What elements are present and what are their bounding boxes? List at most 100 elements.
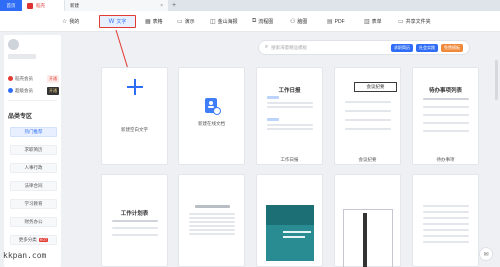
toolbar-label: PDF xyxy=(334,18,345,25)
template-label-meeting: 会议纪要 xyxy=(358,157,377,162)
template-line xyxy=(267,118,279,121)
category-more[interactable]: 更多分类 HOT xyxy=(10,235,57,245)
star-icon: ☆ xyxy=(62,19,68,25)
member-row-docer: 稻壳会员 开通 xyxy=(8,74,59,83)
template-title: 工作日报 xyxy=(278,88,301,94)
template-line xyxy=(423,229,469,231)
template-card-document[interactable] xyxy=(178,174,245,267)
template-card-table[interactable] xyxy=(412,174,479,267)
template-line xyxy=(189,225,235,227)
new-online-doc-card[interactable] xyxy=(178,67,245,165)
scrollbar[interactable] xyxy=(495,60,498,100)
template-line xyxy=(267,124,313,126)
toolbar-item-poster[interactable]: ◫ 金山海报 xyxy=(210,15,238,28)
category-finance[interactable]: 财务办公 xyxy=(10,217,57,227)
category-hr[interactable]: 人事行政 xyxy=(10,163,57,173)
toolbar-label: 我的 xyxy=(69,19,80,25)
toolbar-item-writer[interactable]: W 文字 xyxy=(99,15,136,28)
category-legal[interactable]: 法律合同 xyxy=(10,181,57,191)
toolbar-label: 文字 xyxy=(116,19,127,25)
template-card-frame[interactable] xyxy=(334,174,401,267)
template-title: 待办事项列表 xyxy=(428,88,462,94)
divider xyxy=(8,100,57,101)
template-card-plan[interactable]: 工作计划表 xyxy=(101,174,168,267)
member-label: 稻壳会员 xyxy=(15,75,33,81)
toolbar-item-flowchart[interactable]: ⧉ 流程图 xyxy=(252,15,273,28)
template-line xyxy=(112,227,158,229)
template-card-work-log[interactable]: 工作日报 xyxy=(256,67,323,165)
search-chip-free[interactable]: 免费模板 xyxy=(441,43,463,52)
toolbar-item-pdf[interactable]: ▤ PDF xyxy=(327,15,345,28)
toolbar-item-presentation[interactable]: ▭ 演示 xyxy=(177,15,195,28)
template-line xyxy=(345,101,391,103)
doc-type-toolbar: ☆ 我的 W 文字 ▦ 表格 ▭ 演示 ◫ 金山海报 ⧉ 流程图 ⚇ 脑图 ▤ … xyxy=(0,11,500,32)
member-label: 超级会员 xyxy=(15,87,33,93)
hot-badge: HOT xyxy=(38,238,49,242)
template-card-cover[interactable] xyxy=(256,174,323,267)
category-resume[interactable]: 求职简历 xyxy=(10,145,57,155)
member-row-super: 超级会员 开通 xyxy=(8,86,59,95)
template-line xyxy=(423,211,469,213)
feedback-button[interactable]: ✉ xyxy=(479,247,493,261)
mindmap-icon: ⚇ xyxy=(290,19,296,25)
close-icon[interactable]: × xyxy=(160,3,163,9)
tab-home[interactable]: 首页 xyxy=(0,0,22,11)
template-line xyxy=(189,213,235,215)
frame-border xyxy=(343,209,393,267)
template-line xyxy=(423,130,469,132)
open-docer-button[interactable]: 开通 xyxy=(47,74,59,83)
toolbar-item-spreadsheet[interactable]: ▦ 表格 xyxy=(145,15,163,28)
search-icon: ⌕ xyxy=(265,44,269,50)
template-line xyxy=(423,217,469,219)
w-doc-icon: W xyxy=(108,18,115,25)
tab-new[interactable]: 新建 × xyxy=(65,0,168,11)
template-line xyxy=(189,233,235,235)
template-line xyxy=(423,122,469,124)
flowchart-icon: ⧉ xyxy=(252,18,257,24)
new-blank-doc-label: 新建空白文字 xyxy=(121,127,148,132)
docer-vip-icon xyxy=(8,76,13,81)
category-education[interactable]: 学习教育 xyxy=(10,199,57,209)
category-more-label: 更多分类 xyxy=(18,237,37,242)
poster-icon: ◫ xyxy=(210,19,216,25)
search-chip-resume[interactable]: 求职简历 xyxy=(391,43,413,52)
toolbar-item-shared-folder[interactable]: ▭ 共享文件夹 xyxy=(398,15,431,28)
add-tab-button[interactable]: + xyxy=(168,0,180,11)
template-line xyxy=(189,221,235,223)
template-search-bar[interactable]: ⌕ 搜索海量精品模板 求职简历 社会实践 免费模板 xyxy=(258,40,470,55)
template-line xyxy=(423,205,469,207)
watermark: kkpan.com xyxy=(3,251,47,260)
template-line xyxy=(345,128,391,130)
cover-title-line xyxy=(283,236,305,238)
template-line xyxy=(112,220,158,222)
toolbar-item-mine[interactable]: ☆ 我的 xyxy=(62,15,79,28)
template-line xyxy=(423,114,469,116)
tab-wps[interactable]: 稻壳 xyxy=(22,0,65,11)
template-label-work-log: 工作日报 xyxy=(280,157,299,162)
template-card-todo[interactable]: 待办事项列表 xyxy=(412,67,479,165)
toolbar-label: 表单 xyxy=(371,19,382,25)
template-card-meeting[interactable]: 会议纪要 xyxy=(334,67,401,165)
title-bar: 首页 稻壳 新建 × + xyxy=(0,0,500,11)
search-input[interactable]: 搜索海量精品模板 xyxy=(271,45,388,51)
template-line xyxy=(423,223,469,225)
toolbar-label: 流程图 xyxy=(258,19,274,25)
search-chip-practice[interactable]: 社会实践 xyxy=(416,43,438,52)
toolbar-label: 表格 xyxy=(152,19,163,25)
template-line xyxy=(189,217,235,219)
avatar[interactable] xyxy=(8,39,19,50)
toolbar-item-mindmap[interactable]: ⚇ 脑图 xyxy=(290,15,307,28)
template-line xyxy=(267,96,279,99)
category-hot[interactable]: 热门推荐 xyxy=(10,127,57,137)
open-super-button[interactable]: 开通 xyxy=(47,86,59,95)
template-line xyxy=(423,98,469,100)
template-line xyxy=(112,234,158,236)
wps-logo-icon xyxy=(27,2,33,9)
template-line xyxy=(423,241,469,243)
template-title: 会议纪要 xyxy=(366,84,385,89)
template-line xyxy=(345,110,391,112)
pdf-icon: ▤ xyxy=(327,19,333,25)
tab-new-label: 新建 xyxy=(70,2,79,8)
toolbar-item-form[interactable]: ▥ 表单 xyxy=(364,15,382,28)
grid-icon: ▦ xyxy=(145,19,151,25)
